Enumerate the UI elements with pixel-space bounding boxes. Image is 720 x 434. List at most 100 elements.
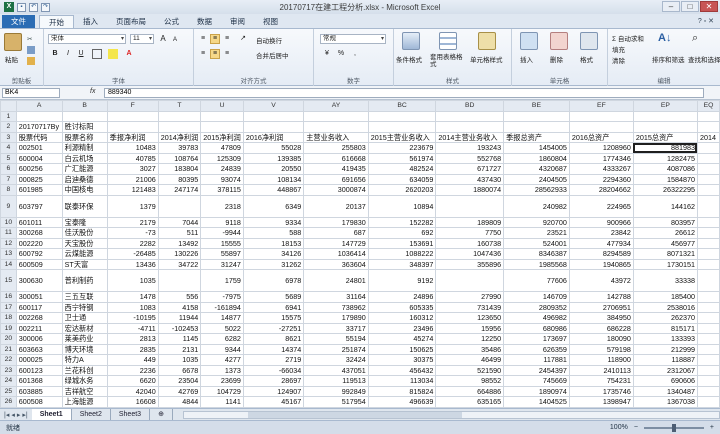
- cell[interactable]: 600508: [15, 396, 63, 408]
- cell[interactable]: 1379: [106, 194, 159, 218]
- cell[interactable]: 2706951: [568, 301, 634, 313]
- cell[interactable]: 477934: [568, 237, 634, 249]
- cell[interactable]: 55897: [200, 248, 244, 260]
- cell[interactable]: 云煤能源: [61, 248, 108, 260]
- cell[interactable]: 1478: [106, 291, 159, 303]
- minimize-icon[interactable]: –: [662, 1, 680, 12]
- cell[interactable]: 8071321: [632, 248, 698, 260]
- cell[interactable]: 2015总资产: [632, 131, 698, 143]
- cell[interactable]: 600123: [15, 364, 63, 376]
- cell[interactable]: 1398947: [568, 396, 634, 408]
- cell[interactable]: 24896: [367, 291, 437, 303]
- cell[interactable]: 16608: [106, 396, 159, 408]
- cell[interactable]: 2312067: [632, 364, 698, 376]
- cell[interactable]: 28697: [242, 375, 305, 387]
- cell[interactable]: 2131: [157, 343, 202, 355]
- cell[interactable]: [15, 110, 63, 122]
- cell[interactable]: [367, 121, 437, 133]
- cell[interactable]: 40785: [106, 152, 159, 164]
- cell[interactable]: 32424: [303, 354, 369, 366]
- cell[interactable]: 247174: [157, 184, 202, 196]
- cell[interactable]: 000825: [15, 173, 63, 185]
- cell[interactable]: 363604: [303, 258, 369, 270]
- cell[interactable]: 496982: [503, 312, 570, 324]
- cell[interactable]: 43972: [568, 269, 634, 292]
- cell[interactable]: 300051: [15, 291, 63, 303]
- row-header[interactable]: 22: [0, 354, 17, 366]
- cell[interactable]: 687: [303, 227, 369, 239]
- cell[interactable]: 189809: [435, 216, 505, 228]
- cell[interactable]: 144162: [632, 194, 698, 218]
- cell[interactable]: 6678: [157, 364, 202, 376]
- row-header[interactable]: 5: [0, 152, 17, 164]
- cell[interactable]: 180090: [568, 333, 634, 345]
- cell[interactable]: 223679: [367, 142, 437, 154]
- merge-center-button[interactable]: 合并后居中: [256, 50, 289, 60]
- cell[interactable]: 55028: [242, 142, 305, 154]
- align-middle-icon[interactable]: ≡: [210, 34, 220, 44]
- row-header[interactable]: 16: [0, 291, 17, 303]
- cell[interactable]: 1141: [200, 396, 244, 408]
- row-header[interactable]: 13: [0, 248, 17, 260]
- cell[interactable]: 603797: [15, 194, 63, 218]
- tab-1[interactable]: 开始: [39, 15, 74, 28]
- cell[interactable]: 142788: [568, 291, 634, 303]
- align-top-icon[interactable]: ≡: [198, 34, 208, 44]
- cell[interactable]: 616668: [303, 152, 369, 164]
- cell[interactable]: 482524: [367, 163, 437, 175]
- horizontal-scrollbar[interactable]: [182, 410, 720, 419]
- column-header[interactable]: EQ: [696, 100, 720, 112]
- cell[interactable]: 300268: [15, 227, 63, 239]
- cell[interactable]: 119513: [303, 375, 369, 387]
- cell[interactable]: 300630: [15, 269, 63, 292]
- cell[interactable]: 天宝股份: [61, 237, 108, 249]
- cell[interactable]: [568, 121, 634, 133]
- cell[interactable]: 6941: [242, 301, 305, 313]
- cell[interactable]: 26612: [632, 227, 698, 239]
- cell[interactable]: 11944: [157, 312, 202, 324]
- align-left-icon[interactable]: ≡: [198, 49, 208, 59]
- cell[interactable]: 634059: [367, 173, 437, 185]
- cell[interactable]: [435, 269, 505, 292]
- cell[interactable]: 2538016: [632, 301, 698, 313]
- cell[interactable]: 437051: [303, 364, 369, 376]
- cell[interactable]: 603885: [15, 385, 63, 397]
- cell[interactable]: 31247: [200, 258, 244, 270]
- format-cells-button[interactable]: [580, 32, 598, 50]
- cell[interactable]: 27990: [435, 291, 505, 303]
- format-painter-icon[interactable]: [27, 57, 35, 65]
- cell[interactable]: 2318: [200, 194, 244, 218]
- cell[interactable]: 635165: [435, 396, 505, 408]
- currency-icon[interactable]: ¥: [322, 49, 332, 59]
- sheet-tab[interactable]: Sheet3: [111, 409, 151, 420]
- cell[interactable]: [242, 121, 305, 133]
- cell[interactable]: 448867: [242, 184, 305, 196]
- cell[interactable]: 179890: [303, 312, 369, 324]
- cell[interactable]: 31164: [303, 291, 369, 303]
- cell[interactable]: 671727: [435, 163, 505, 175]
- cell[interactable]: 117881: [503, 354, 570, 366]
- cell[interactable]: [157, 269, 202, 292]
- cell[interactable]: 31262: [242, 258, 305, 270]
- cell[interactable]: 108764: [157, 152, 202, 164]
- cell[interactable]: 691656: [303, 173, 369, 185]
- bold-button[interactable]: B: [50, 49, 60, 59]
- cell[interactable]: [696, 364, 720, 376]
- cell[interactable]: 80395: [157, 173, 202, 185]
- row-header[interactable]: 11: [0, 227, 17, 239]
- cell[interactable]: 宝泰隆: [61, 216, 108, 228]
- cell[interactable]: 33338: [632, 269, 698, 292]
- cell[interactable]: [303, 110, 369, 122]
- cell[interactable]: 125309: [200, 152, 244, 164]
- cell[interactable]: 2014净利润: [157, 131, 202, 143]
- cell[interactable]: ST天富: [61, 258, 108, 270]
- align-center-icon[interactable]: ≡: [210, 49, 220, 59]
- cell[interactable]: 4158: [157, 301, 202, 313]
- cell[interactable]: [696, 354, 720, 366]
- cell[interactable]: 1774346: [568, 152, 634, 164]
- row-header[interactable]: 15: [0, 269, 17, 292]
- cell[interactable]: 2179: [106, 216, 159, 228]
- conditional-format-button[interactable]: [402, 32, 420, 50]
- copy-icon[interactable]: [27, 46, 35, 54]
- font-name-combo[interactable]: 宋体: [48, 34, 126, 44]
